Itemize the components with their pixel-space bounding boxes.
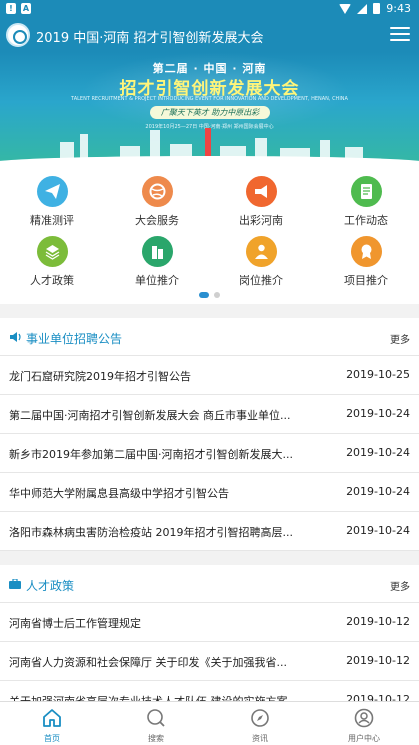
app-screen: ! A 9:43 2019 中国·河南 招才引智创新发展大会 第二届 · 中国 … <box>0 0 419 745</box>
status-time: 9:43 <box>386 2 411 15</box>
speaker-icon <box>10 332 21 342</box>
nav-user-center[interactable]: 用户中心 <box>312 702 416 745</box>
search-icon <box>147 709 165 727</box>
paper-plane-icon <box>36 176 68 207</box>
app-header: 2019 中国·河南 招才引智创新发展大会 <box>0 18 419 52</box>
more-link[interactable]: 更多 <box>390 578 410 593</box>
banner-carousel[interactable]: 第二届 · 中国 · 河南 招才引智创新发展大会 TALENT RECRUITM… <box>0 52 419 164</box>
item-date: 2019-10-12 <box>346 654 410 667</box>
app-notification-icon: A <box>21 3 31 14</box>
grid-item-work-news[interactable]: 工作动态 <box>326 176 406 228</box>
nav-label: 搜索 <box>148 734 164 743</box>
grid-item-henan[interactable]: 出彩河南 <box>221 176 301 228</box>
list-item[interactable]: 洛阳市森林病虫害防治检疫站 2019年招才引智招聘高层... 2019-10-2… <box>0 512 419 551</box>
grid-item-label: 工作动态 <box>344 214 388 227</box>
user-icon <box>354 708 374 728</box>
wifi-icon <box>339 3 352 14</box>
signal-icon <box>357 3 368 14</box>
briefcase-icon <box>9 579 21 589</box>
grid-item-projects[interactable]: 项目推介 <box>326 236 406 288</box>
feature-grid: 精准测评 大会服务 出彩河南 工作动态 人才政策 单位推介 岗位推介 项目推介 <box>0 164 419 304</box>
item-title: 新乡市2019年参加第二届中国·河南招才引智创新发展大... <box>9 448 293 461</box>
banner-english: TALENT RECRUITMENT & PROJECT INTRODUCING… <box>71 96 348 102</box>
page-title: 2019 中国·河南 招才引智创新发展大会 <box>36 31 264 46</box>
grid-item-policy[interactable]: 人才政策 <box>12 236 92 288</box>
list-item[interactable]: 河南省博士后工作管理规定 2019-10-12 <box>0 603 419 642</box>
document-icon <box>350 176 382 207</box>
list-item[interactable]: 龙门石窟研究院2019年招才引智公告 2019-10-25 <box>0 356 419 395</box>
grid-item-assessment[interactable]: 精准测评 <box>12 176 92 228</box>
section-header: 事业单位招聘公告 更多 <box>0 318 419 356</box>
recruitment-section: 事业单位招聘公告 更多 龙门石窟研究院2019年招才引智公告 2019-10-2… <box>0 318 419 551</box>
list-item[interactable]: 新乡市2019年参加第二届中国·河南招才引智创新发展大... 2019-10-2… <box>0 434 419 473</box>
grid-item-positions[interactable]: 岗位推介 <box>221 236 301 288</box>
app-logo <box>6 23 30 47</box>
item-date: 2019-10-24 <box>346 446 410 459</box>
grid-item-label: 单位推介 <box>135 274 179 287</box>
layers-icon <box>36 236 68 267</box>
globe-icon <box>141 176 173 207</box>
menu-button[interactable] <box>390 25 410 43</box>
item-date: 2019-10-25 <box>346 368 410 381</box>
grid-item-label: 大会服务 <box>135 214 179 227</box>
banner-slogan: 广聚天下英才 助力中原出彩 <box>150 106 270 119</box>
item-date: 2019-10-24 <box>346 524 410 537</box>
award-icon <box>350 236 382 267</box>
list-item[interactable]: 河南省人力资源和社会保障厅 关于印发《关于加强我省... 2019-10-12 <box>0 642 419 681</box>
grid-item-employer[interactable]: 单位推介 <box>117 236 197 288</box>
item-title: 龙门石窟研究院2019年招才引智公告 <box>9 370 191 383</box>
megaphone-icon <box>245 176 277 207</box>
item-title: 第二届中国·河南招才引智创新发展大会 商丘市事业单位... <box>9 409 291 422</box>
list-item[interactable]: 华中师范大学附属息县高级中学招才引智公告 2019-10-24 <box>0 473 419 512</box>
skyline-illustration <box>0 126 419 158</box>
nav-label: 首页 <box>44 734 60 743</box>
item-title: 关于加强河南省高层次专业技术人才队伍 建设的实施方案 <box>9 693 309 701</box>
grid-item-service[interactable]: 大会服务 <box>117 176 197 228</box>
nav-search[interactable]: 搜索 <box>104 702 208 745</box>
status-bar: ! A 9:43 <box>0 0 419 18</box>
item-title: 华中师范大学附属息县高级中学招才引智公告 <box>9 487 229 500</box>
notification-icon: ! <box>6 3 16 14</box>
item-date: 2019-10-24 <box>346 407 410 420</box>
item-date: 2019-10-12 <box>346 615 410 628</box>
nav-label: 用户中心 <box>348 734 380 743</box>
list-item[interactable]: 第二届中国·河南招才引智创新发展大会 商丘市事业单位... 2019-10-24 <box>0 395 419 434</box>
grid-item-label: 精准测评 <box>30 214 74 227</box>
section-title: 人才政策 <box>26 579 75 593</box>
item-date: 2019-10-24 <box>346 485 410 498</box>
item-title: 河南省博士后工作管理规定 <box>9 617 141 630</box>
grid-item-label: 出彩河南 <box>239 214 283 227</box>
battery-icon <box>373 3 381 14</box>
item-title: 河南省人力资源和社会保障厅 关于印发《关于加强我省... <box>9 656 287 669</box>
more-link[interactable]: 更多 <box>390 331 410 346</box>
compass-icon <box>251 709 269 727</box>
bottom-nav: 首页 搜索 资讯 用户中心 <box>0 701 419 745</box>
item-date: 2019-10-12 <box>346 693 410 701</box>
person-icon <box>245 236 277 267</box>
home-icon <box>43 709 61 727</box>
list-item[interactable]: 关于加强河南省高层次专业技术人才队伍 建设的实施方案 2019-10-12 <box>0 681 419 701</box>
page-dot[interactable] <box>214 292 220 298</box>
building-icon <box>141 236 173 267</box>
grid-item-label: 项目推介 <box>344 274 388 287</box>
section-title: 事业单位招聘公告 <box>26 332 123 346</box>
page-indicator <box>199 292 220 298</box>
nav-home[interactable]: 首页 <box>0 702 104 745</box>
section-header: 人才政策 更多 <box>0 565 419 603</box>
grid-item-label: 人才政策 <box>30 274 74 287</box>
nav-label: 资讯 <box>252 734 268 743</box>
policy-section: 人才政策 更多 河南省博士后工作管理规定 2019-10-12 河南省人力资源和… <box>0 565 419 701</box>
nav-news[interactable]: 资讯 <box>208 702 312 745</box>
grid-item-label: 岗位推介 <box>239 274 283 287</box>
item-title: 洛阳市森林病虫害防治检疫站 2019年招才引智招聘高层... <box>9 526 293 539</box>
page-dot-active[interactable] <box>199 292 209 298</box>
